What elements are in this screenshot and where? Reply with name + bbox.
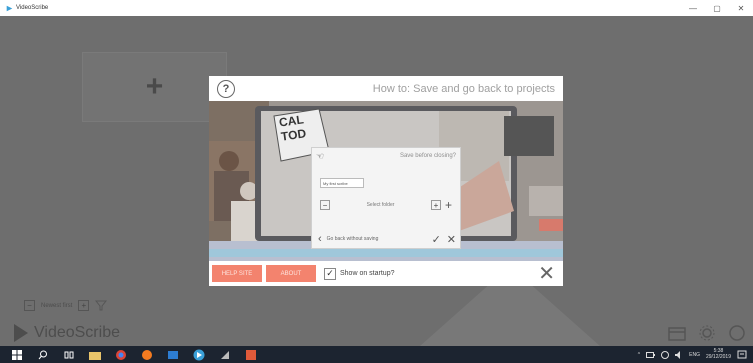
videoscribe-logo-icon [6,5,13,11]
save-panel-actions: ✓ ✕ [432,233,456,246]
how-to-dialog: ? How to: Save and go back to projects C… [209,76,563,286]
sort-label[interactable]: Newest first [41,303,72,309]
help-site-button[interactable]: HELP SITE [212,265,262,282]
brand-logo: VideoScribe [0,324,120,342]
help-icon[interactable] [727,324,747,342]
pointing-hand-icon: ☜ [316,150,325,161]
bottom-right-icons [667,324,753,342]
play-arrow-icon [14,324,28,342]
task-view-icon[interactable] [60,346,78,363]
new-project-tile[interactable]: + [82,52,227,122]
start-icon[interactable] [8,346,26,363]
window-title-group: VideoScribe [0,5,48,12]
notification-icon[interactable] [737,350,747,360]
sort-bar: − Newest first + [24,300,108,311]
app-icon-orange[interactable] [138,346,156,363]
brand-name: VideoScribe [34,324,120,341]
videoscribe-app: VideoScribe — ▢ ✕ + − Newest first + Vid… [0,0,753,363]
save-panel-title: Save before closing? [399,153,456,159]
system-tray: ^ ENG 5:38 29/12/2019 [638,348,753,360]
sort-add-button[interactable]: + [78,300,90,311]
back-without-saving-label: Go back without saving [326,236,379,242]
chevron-up-icon[interactable]: ^ [638,352,640,358]
chevron-left-icon: ‹ [318,233,322,245]
save-before-closing-panel: ☜ Save before closing? My first scribe −… [311,147,461,249]
folder-row: − Select folder + + [320,198,452,212]
close-window-button[interactable]: ✕ [729,4,753,13]
cross-icon: ✕ [446,233,456,246]
show-on-startup-label[interactable]: Show on startup? [340,270,394,277]
minus-button: − [320,200,330,210]
windows-taskbar: ^ ENG 5:38 29/12/2019 [0,346,753,363]
network-icon[interactable] [661,350,670,359]
brand-bar: VideoScribe [0,320,753,346]
filter-icon[interactable] [95,300,108,311]
app-icon-red[interactable] [242,346,260,363]
folder-label: Select folder [366,202,395,208]
minimize-button[interactable]: — [681,4,705,13]
window-titlebar: VideoScribe — ▢ ✕ [0,0,753,16]
sort-minus-button[interactable]: − [24,300,35,311]
gear-icon[interactable] [697,324,717,342]
dialog-title: How to: Save and go back to projects [372,82,555,95]
app-icon-blue[interactable] [164,346,182,363]
project-name-field: My first scribe [320,178,364,188]
file-explorer-icon[interactable] [86,346,104,363]
about-button[interactable]: ABOUT [266,265,316,282]
show-on-startup-checkbox[interactable]: ✓ [324,267,336,280]
plus-icon: + [145,70,164,103]
search-icon[interactable] [34,346,52,363]
save-panel-footer: ‹ Go back without saving ✓ ✕ [312,230,462,248]
folder-icon[interactable] [667,324,687,342]
tutorial-video[interactable]: CAL TOD ☜ Save before closing? My first … [209,101,563,261]
question-icon[interactable]: ? [217,79,235,98]
clock[interactable]: 5:38 29/12/2019 [705,348,731,360]
volume-icon[interactable] [675,350,683,359]
save-panel-header: ☜ Save before closing? [312,148,460,164]
battery-icon[interactable] [646,351,656,358]
language-indicator[interactable]: ENG [689,352,700,358]
window-controls: — ▢ ✕ [681,4,753,13]
window-title: VideoScribe [16,5,49,11]
app-icon-gray[interactable] [216,346,234,363]
close-dialog-icon[interactable]: ✕ [538,264,555,284]
plus-large-icon: + [444,198,452,212]
videoscribe-taskbar-icon[interactable] [190,346,208,363]
dialog-footer: HELP SITE ABOUT ✓ Show on startup? ✕ [209,261,563,286]
chrome-icon[interactable] [112,346,130,363]
plus-small-button: + [430,200,441,210]
clock-date: 29/12/2019 [705,353,731,360]
checkmark-icon: ✓ [431,233,441,246]
maximize-button[interactable]: ▢ [705,4,729,13]
dialog-header: ? How to: Save and go back to projects [209,76,563,101]
